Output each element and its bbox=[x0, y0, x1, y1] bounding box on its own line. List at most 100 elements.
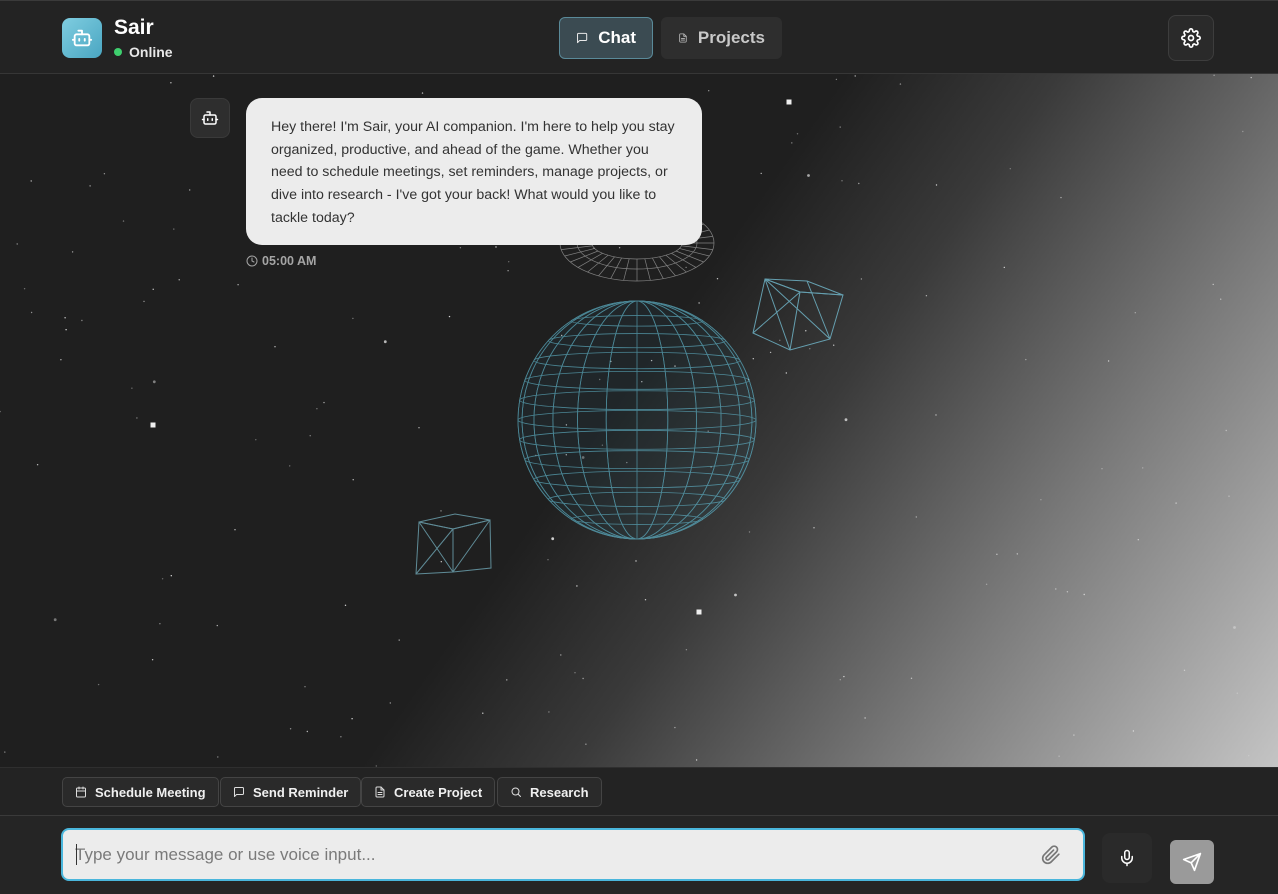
star bbox=[685, 649, 688, 651]
star bbox=[508, 261, 510, 263]
calendar-icon bbox=[76, 786, 86, 798]
app-logo bbox=[62, 18, 102, 58]
star bbox=[1083, 593, 1085, 596]
star bbox=[323, 401, 325, 404]
star bbox=[925, 295, 928, 297]
star bbox=[695, 759, 698, 761]
star bbox=[178, 279, 180, 281]
star bbox=[835, 78, 838, 81]
status-label: Online bbox=[129, 44, 173, 60]
star bbox=[899, 83, 902, 85]
star bbox=[716, 278, 719, 280]
star bbox=[309, 435, 311, 437]
star bbox=[421, 92, 424, 94]
star bbox=[383, 340, 387, 344]
star bbox=[574, 672, 576, 674]
research-label: Research bbox=[530, 784, 589, 800]
send-reminder-button[interactable]: Send Reminder bbox=[220, 777, 362, 807]
star bbox=[440, 510, 442, 512]
star bbox=[708, 90, 710, 92]
star bbox=[81, 319, 83, 322]
star bbox=[159, 623, 161, 625]
star bbox=[212, 75, 215, 77]
message-input[interactable] bbox=[75, 830, 1025, 879]
tab-projects[interactable]: Projects bbox=[661, 17, 782, 59]
star bbox=[674, 726, 676, 729]
star bbox=[1213, 74, 1215, 77]
settings-button[interactable] bbox=[1168, 15, 1214, 61]
star bbox=[1101, 468, 1103, 470]
star bbox=[189, 189, 191, 191]
bot-avatar bbox=[190, 98, 230, 138]
star bbox=[1060, 196, 1062, 199]
send-icon bbox=[1182, 852, 1202, 872]
message-icon bbox=[577, 32, 588, 44]
star bbox=[1016, 553, 1018, 555]
star bbox=[418, 427, 420, 429]
robot-icon bbox=[71, 29, 93, 47]
tab-chat[interactable]: Chat bbox=[559, 17, 653, 59]
star bbox=[173, 228, 175, 230]
star bbox=[1025, 358, 1027, 361]
star bbox=[136, 417, 138, 419]
star bbox=[16, 243, 18, 245]
star bbox=[398, 639, 400, 641]
attach-button[interactable] bbox=[1037, 841, 1065, 869]
star bbox=[289, 465, 291, 467]
star bbox=[547, 559, 549, 561]
message-icon bbox=[234, 787, 244, 797]
star bbox=[1175, 502, 1177, 504]
gear-icon bbox=[1181, 28, 1201, 48]
star bbox=[448, 315, 451, 318]
star bbox=[352, 317, 354, 320]
send-button[interactable] bbox=[1170, 840, 1214, 884]
star bbox=[910, 677, 913, 679]
star bbox=[482, 712, 484, 714]
star bbox=[103, 173, 106, 175]
schedule-meeting-button[interactable]: Schedule Meeting bbox=[62, 777, 219, 807]
star bbox=[64, 317, 66, 319]
wireframe-cube-right bbox=[752, 278, 844, 351]
star bbox=[1134, 312, 1137, 314]
star bbox=[844, 418, 848, 422]
star bbox=[1220, 298, 1222, 300]
star bbox=[170, 82, 172, 84]
message-timestamp: 05:00 AM bbox=[246, 254, 316, 268]
star bbox=[985, 583, 988, 585]
star bbox=[779, 339, 781, 341]
star bbox=[351, 718, 353, 720]
star bbox=[760, 172, 762, 175]
voice-input-button[interactable] bbox=[1102, 833, 1152, 883]
star bbox=[1073, 734, 1075, 736]
star bbox=[0, 410, 1, 413]
send-reminder-label: Send Reminder bbox=[253, 784, 349, 800]
star bbox=[131, 387, 133, 389]
star bbox=[30, 311, 33, 314]
create-project-label: Create Project bbox=[394, 784, 483, 800]
search-icon bbox=[511, 787, 521, 797]
star bbox=[843, 675, 845, 678]
star bbox=[143, 300, 145, 303]
star bbox=[582, 677, 584, 680]
star bbox=[698, 302, 700, 304]
star bbox=[734, 593, 737, 597]
star bbox=[506, 679, 508, 681]
quick-actions-bar: Schedule Meeting Send Reminder Create Pr… bbox=[0, 767, 1278, 815]
star bbox=[352, 479, 354, 481]
star bbox=[769, 351, 772, 354]
star bbox=[122, 220, 125, 222]
star bbox=[65, 329, 67, 331]
star bbox=[1225, 429, 1227, 432]
star bbox=[1137, 539, 1140, 541]
star bbox=[935, 184, 938, 186]
star bbox=[306, 730, 308, 733]
star bbox=[4, 751, 6, 753]
star bbox=[23, 288, 26, 290]
research-button[interactable]: Research bbox=[497, 777, 602, 807]
composer-bar bbox=[0, 815, 1278, 894]
create-project-button[interactable]: Create Project bbox=[361, 777, 496, 807]
star bbox=[1058, 755, 1060, 757]
wireframe-cube-left bbox=[415, 513, 492, 575]
star bbox=[786, 99, 792, 105]
star bbox=[860, 278, 863, 280]
